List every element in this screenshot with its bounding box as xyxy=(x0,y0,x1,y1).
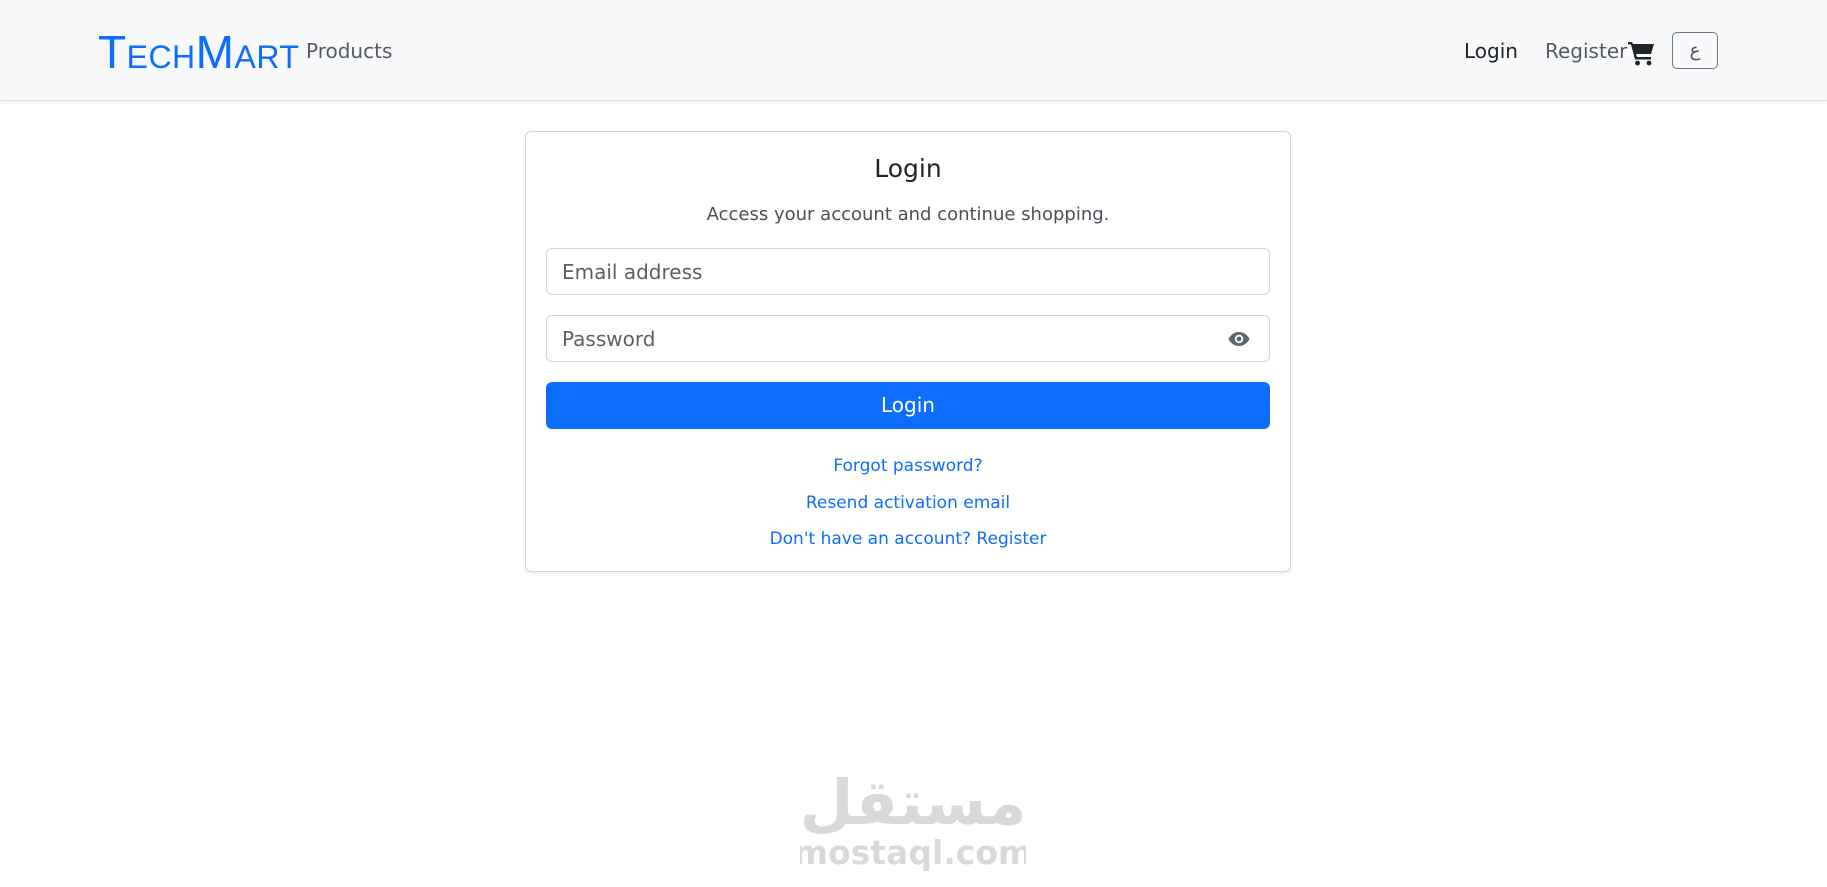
top-navbar: TechMart Products Login Register ع xyxy=(0,0,1827,101)
nav-products-link[interactable]: Products xyxy=(306,38,392,64)
email-field[interactable] xyxy=(546,248,1270,295)
nav-register-link[interactable]: Register xyxy=(1545,38,1627,64)
login-card: Login Access your account and continue s… xyxy=(525,131,1291,572)
mostaql-watermark: مستقل mostaql.com xyxy=(794,758,1033,872)
login-subtitle: Access your account and continue shoppin… xyxy=(706,204,1110,225)
password-field[interactable] xyxy=(546,315,1270,362)
login-submit-button[interactable]: Login xyxy=(546,382,1270,429)
nav-login-link[interactable]: Login xyxy=(1464,38,1518,64)
language-toggle-button[interactable]: ع xyxy=(1672,32,1718,69)
watermark-arabic-text: مستقل xyxy=(800,766,1026,839)
brand-logo[interactable]: TechMart xyxy=(98,26,299,78)
login-title: Login xyxy=(874,154,942,183)
watermark-domain-text: mostaql.com xyxy=(800,833,1026,872)
show-password-eye-icon[interactable] xyxy=(1228,331,1250,347)
shopping-cart-icon[interactable] xyxy=(1628,40,1655,66)
forgot-password-link[interactable]: Forgot password? xyxy=(526,454,1290,478)
resend-activation-link[interactable]: Resend activation email xyxy=(526,491,1290,515)
register-prompt-link[interactable]: Don't have an account? Register xyxy=(526,527,1290,551)
